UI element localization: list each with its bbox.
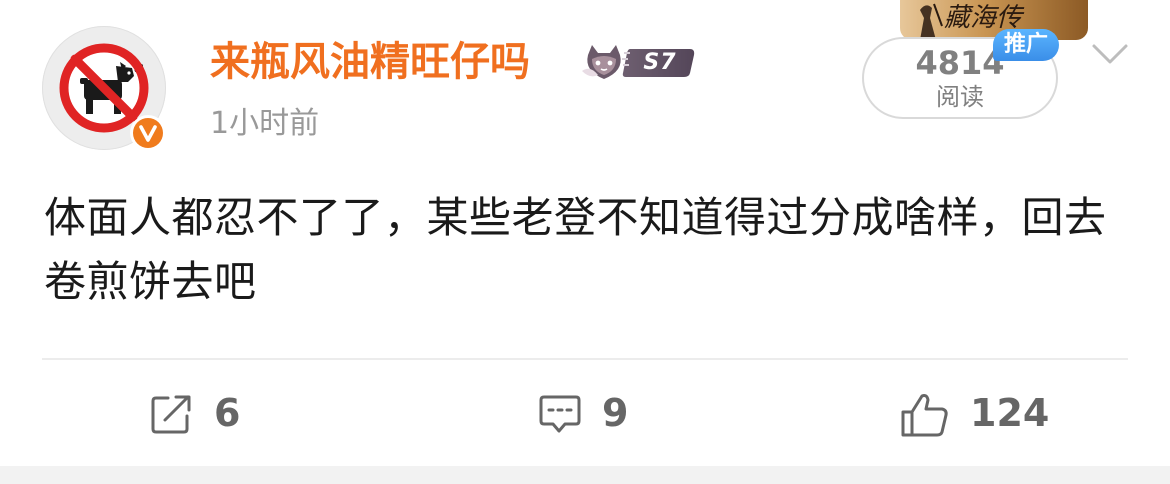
- comment-button[interactable]: 9: [538, 384, 648, 442]
- chevron-down-icon[interactable]: [1090, 40, 1130, 68]
- post-content: 体面人都忍不了了，某些老登不知道得过分成啥样，回去卷煎饼去吧: [44, 193, 1107, 306]
- verified-badge: [130, 115, 166, 151]
- read-label: 阅读: [936, 83, 984, 111]
- like-button[interactable]: 124: [900, 384, 1060, 442]
- thumbs-up-icon: [901, 394, 948, 437]
- promo-tag: 推广: [993, 29, 1059, 61]
- share-icon: [151, 395, 191, 434]
- like-count: 124: [970, 391, 1050, 435]
- comment-icon: [539, 395, 581, 433]
- weibo-post-card: 来瓶风油精旺仔吗 S7 1小时前 藏海传 4814 阅读 推广 体面人都忍不了了…: [0, 0, 1170, 466]
- orange-verified-v-icon: [133, 118, 163, 148]
- divider: [42, 358, 1128, 360]
- repost-count: 6: [214, 391, 241, 435]
- feed-separator: [0, 466, 1170, 484]
- post-time: 1小时前: [210, 106, 320, 141]
- author-name[interactable]: 来瓶风油精旺仔吗: [210, 38, 530, 86]
- repost-button[interactable]: 6: [150, 384, 260, 442]
- ad-figure-icon: [920, 3, 943, 40]
- level-badge: S7: [643, 50, 677, 75]
- comment-count: 9: [602, 391, 629, 435]
